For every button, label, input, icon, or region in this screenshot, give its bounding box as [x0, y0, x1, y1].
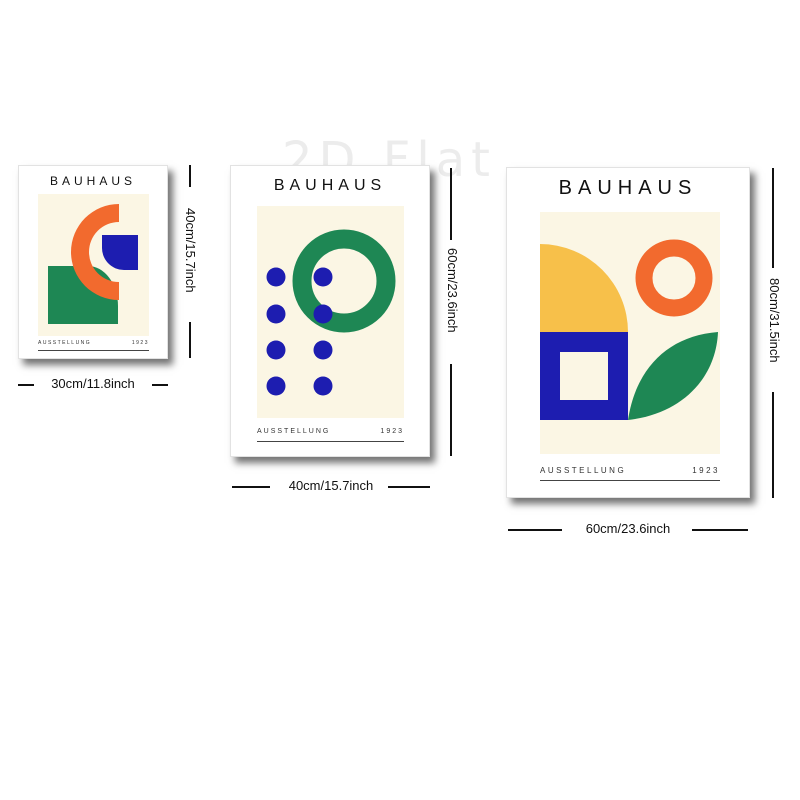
poster-title: BAUHAUS [49, 174, 136, 188]
blue-dot [313, 267, 333, 287]
poster-large: BAUHAUS AUSSTELLUNG 1923 [506, 167, 750, 498]
poster-footer: AUSSTELLUNG 1923 [540, 466, 720, 475]
blue-dot [313, 376, 333, 396]
height-label-large: 80cm/31.5inch [767, 278, 782, 363]
poster-small: BAUHAUS AUSSTELLUNG 1923 [18, 165, 168, 359]
height-dimension-line [189, 322, 191, 358]
footer-exhibition-label: AUSSTELLUNG [540, 466, 627, 475]
poster-title: BAUHAUS [558, 177, 698, 199]
height-dimension-line [189, 165, 191, 187]
footer-year: 1923 [131, 340, 149, 346]
width-dimension-large: 60cm/23.6inch [508, 521, 748, 537]
dimension-line [692, 529, 748, 531]
width-dimension-medium: 40cm/15.7inch [232, 478, 430, 494]
poster-title: BAUHAUS [273, 177, 387, 194]
poster-artwork [257, 206, 404, 418]
blue-dot [266, 340, 286, 360]
height-label-medium: 60cm/23.6inch [445, 248, 460, 333]
footer-exhibition-label: AUSSTELLUNG [38, 340, 92, 346]
footer-rule [257, 441, 404, 442]
blue-dot [313, 304, 333, 324]
blue-dot [266, 376, 286, 396]
poster-footer: AUSSTELLUNG 1923 [257, 428, 404, 435]
width-label: 30cm/11.8inch [51, 376, 135, 391]
footer-exhibition-label: AUSSTELLUNG [257, 428, 331, 435]
footer-rule [38, 350, 149, 351]
poster-footer: AUSSTELLUNG 1923 [38, 340, 149, 346]
height-dimension-line [450, 364, 452, 456]
height-dimension-line [450, 168, 452, 240]
blue-dot [266, 267, 286, 287]
footer-year: 1923 [692, 466, 720, 475]
height-dimension-line [772, 392, 774, 498]
poster-artwork [38, 194, 149, 336]
height-label-small: 40cm/15.7inch [183, 208, 198, 293]
footer-rule [540, 480, 720, 481]
width-dimension-small: 30cm/11.8inch [18, 376, 168, 392]
blue-dot [266, 304, 286, 324]
footer-year: 1923 [380, 428, 404, 435]
poster-medium: BAUHAUS AUSSTELLUNG 1923 [230, 165, 430, 457]
blue-dot [313, 340, 333, 360]
poster-artwork [540, 212, 720, 454]
dimension-line [152, 384, 168, 386]
height-dimension-line [772, 168, 774, 268]
dimension-line [388, 486, 430, 488]
